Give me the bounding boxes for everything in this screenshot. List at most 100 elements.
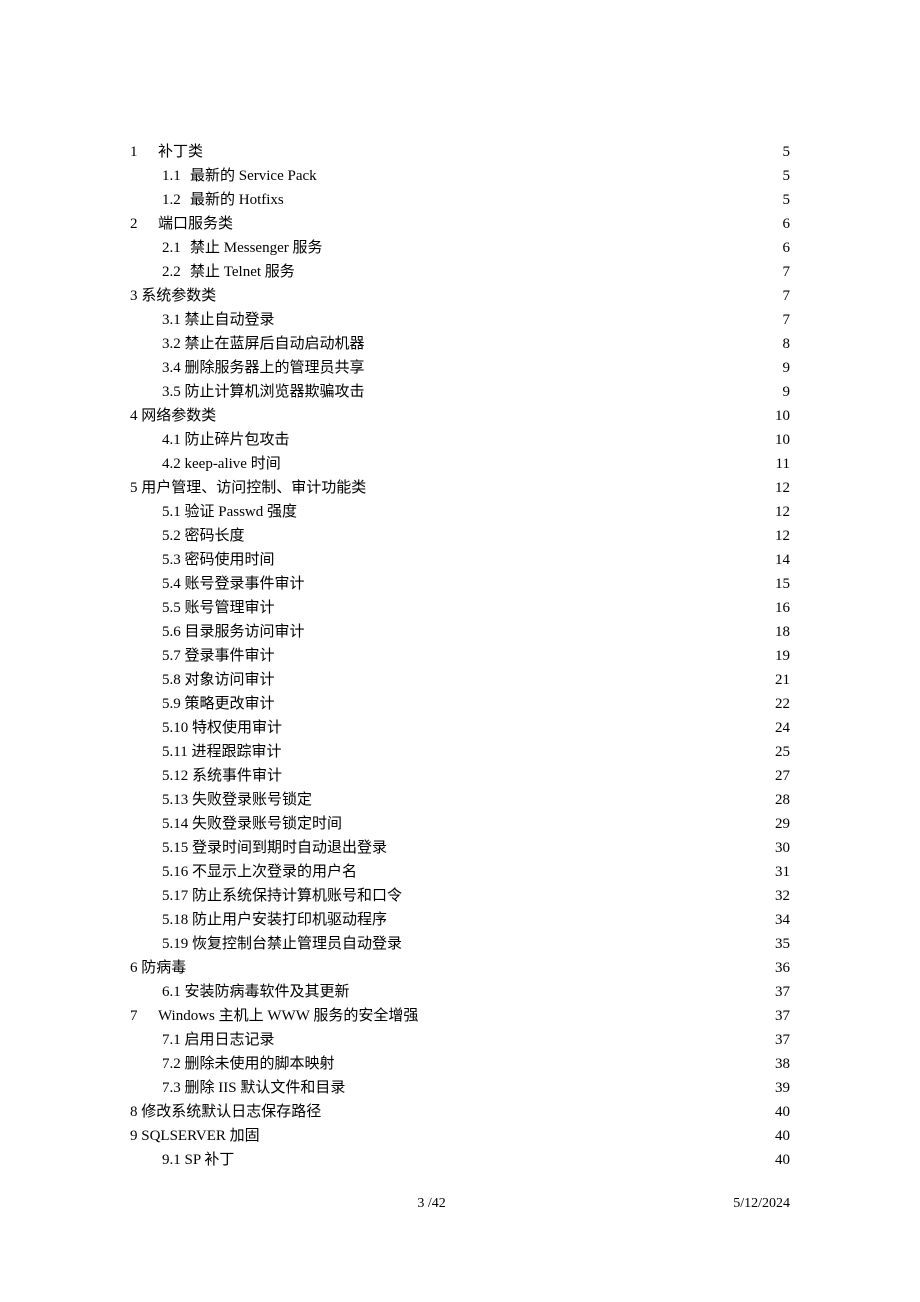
toc-page: 6 <box>781 236 791 260</box>
toc-entry[interactable]: 5.11 进程跟踪审计25 <box>130 740 790 764</box>
toc-page: 18 <box>773 620 790 644</box>
toc-entry[interactable]: 5.17 防止系统保持计算机账号和口令 32 <box>130 884 790 908</box>
toc-title: 5.11 进程跟踪审计 <box>162 740 281 764</box>
toc-title: 5.12 系统事件审计 <box>162 764 282 788</box>
toc-entry[interactable]: 4.2 keep-alive 时间11 <box>130 452 790 476</box>
toc-title: 7.2 删除未使用的脚本映射 <box>162 1052 335 1076</box>
toc-page: 5 <box>781 164 791 188</box>
toc-entry[interactable]: 7.2 删除未使用的脚本映射 38 <box>130 1052 790 1076</box>
toc-page: 37 <box>773 1004 790 1028</box>
toc-entry[interactable]: 5.14 失败登录账号锁定时间29 <box>130 812 790 836</box>
toc-entry[interactable]: 5.18 防止用户安装打印机驱动程序34 <box>130 908 790 932</box>
toc-page: 24 <box>773 716 790 740</box>
toc-entry[interactable]: 1.1最新的 Service Pack5 <box>130 164 790 188</box>
toc-page: 21 <box>773 668 790 692</box>
toc-entry[interactable]: 7Windows 主机上 WWW 服务的安全增强 37 <box>130 1004 790 1028</box>
toc-page: 7 <box>781 308 791 332</box>
toc-entry[interactable]: 6 防病毒36 <box>130 956 790 980</box>
toc-entry[interactable]: 5.3 密码使用时间14 <box>130 548 790 572</box>
toc-entry[interactable]: 3.2 禁止在蓝屏后自动启动机器8 <box>130 332 790 356</box>
toc-title: 5.2 密码长度 <box>162 524 245 548</box>
toc-entry[interactable]: 5.1 验证 Passwd 强度12 <box>130 500 790 524</box>
toc-title: 5.16 不显示上次登录的用户名 <box>162 860 357 884</box>
toc-entry[interactable]: 2端口服务类6 <box>130 212 790 236</box>
toc-page: 40 <box>773 1100 790 1124</box>
toc-entry[interactable]: 5.19 恢复控制台禁止管理员自动登录35 <box>130 932 790 956</box>
toc-page: 12 <box>773 500 790 524</box>
toc-title: 3.4 删除服务器上的管理员共享 <box>162 356 365 380</box>
toc-entry[interactable]: 2.1禁止 Messenger 服务6 <box>130 236 790 260</box>
toc-title: 3 系统参数类 <box>130 284 216 308</box>
toc-entry[interactable]: 3.4 删除服务器上的管理员共享 9 <box>130 356 790 380</box>
toc-page: 7 <box>781 284 791 308</box>
toc-page: 9 <box>781 356 791 380</box>
toc-page: 40 <box>773 1124 790 1148</box>
toc-entry[interactable]: 5 用户管理、访问控制、审计功能类 12 <box>130 476 790 500</box>
toc-title: 5.9 策略更改审计 <box>162 692 275 716</box>
toc-entry[interactable]: 7.1 启用日志记录37 <box>130 1028 790 1052</box>
toc-entry[interactable]: 4 网络参数类10 <box>130 404 790 428</box>
toc-title: 端口服务类 <box>158 212 233 236</box>
toc-entry[interactable]: 3.5 防止计算机浏览器欺骗攻击9 <box>130 380 790 404</box>
toc-entry[interactable]: 8 修改系统默认日志保存路径 40 <box>130 1100 790 1124</box>
toc-title: 5 用户管理、访问控制、审计功能类 <box>130 476 366 500</box>
toc-entry[interactable]: 5.2 密码长度12 <box>130 524 790 548</box>
toc-title: 7.3 删除 IIS 默认文件和目录 <box>162 1076 345 1100</box>
toc-entry[interactable]: 5.4 账号登录事件审计15 <box>130 572 790 596</box>
toc-entry[interactable]: 5.9 策略更改审计 22 <box>130 692 790 716</box>
toc-entry[interactable]: 5.13 失败登录账号锁定 28 <box>130 788 790 812</box>
toc-entry[interactable]: 5.15 登录时间到期时自动退出登录 30 <box>130 836 790 860</box>
toc-page: 28 <box>773 788 790 812</box>
toc-page: 9 <box>781 380 791 404</box>
toc-title: Windows 主机上 WWW 服务的安全增强 <box>158 1004 418 1028</box>
toc-entry[interactable]: 6.1 安装防病毒软件及其更新37 <box>130 980 790 1004</box>
toc-page: 11 <box>774 452 790 476</box>
toc-entry[interactable]: 2.2禁止 Telnet 服务7 <box>130 260 790 284</box>
toc-entry[interactable]: 5.10 特权使用审计24 <box>130 716 790 740</box>
toc-page: 38 <box>773 1052 790 1076</box>
toc-title: 7.1 启用日志记录 <box>162 1028 275 1052</box>
toc-entry[interactable]: 9.1 SP 补丁40 <box>130 1148 790 1172</box>
toc-title: 5.18 防止用户安装打印机驱动程序 <box>162 908 387 932</box>
toc-entry[interactable]: 1补丁类5 <box>130 140 790 164</box>
toc-title: 5.7 登录事件审计 <box>162 644 275 668</box>
toc-title: 8 修改系统默认日志保存路径 <box>130 1100 321 1124</box>
toc-entry[interactable]: 9 SQLSERVER 加固40 <box>130 1124 790 1148</box>
toc-page: 12 <box>773 476 790 500</box>
toc-entry[interactable]: 5.6 目录服务访问审计18 <box>130 620 790 644</box>
toc-page: 32 <box>773 884 790 908</box>
toc-title: 5.15 登录时间到期时自动退出登录 <box>162 836 387 860</box>
toc-num: 2.2 <box>162 260 190 284</box>
toc-title: 6.1 安装防病毒软件及其更新 <box>162 980 350 1004</box>
toc-page: 27 <box>773 764 790 788</box>
page-footer: 3 /42 5/12/2024 <box>130 1196 790 1212</box>
toc-entry[interactable]: 4.1 防止碎片包攻击 10 <box>130 428 790 452</box>
toc-title: 5.19 恢复控制台禁止管理员自动登录 <box>162 932 402 956</box>
toc-entry[interactable]: 7.3 删除 IIS 默认文件和目录 39 <box>130 1076 790 1100</box>
toc-num: 1 <box>130 140 158 164</box>
toc-page: 22 <box>773 692 790 716</box>
toc-entry[interactable]: 5.7 登录事件审计19 <box>130 644 790 668</box>
toc-title: 4.1 防止碎片包攻击 <box>162 428 290 452</box>
toc-num: 1.1 <box>162 164 190 188</box>
toc-entry[interactable]: 3 系统参数类 7 <box>130 284 790 308</box>
toc-title: 5.17 防止系统保持计算机账号和口令 <box>162 884 402 908</box>
toc-title: 4 网络参数类 <box>130 404 216 428</box>
toc-title: 5.3 密码使用时间 <box>162 548 275 572</box>
toc-num: 7 <box>130 1004 158 1028</box>
toc-title: 5.13 失败登录账号锁定 <box>162 788 312 812</box>
toc-page: 8 <box>781 332 791 356</box>
toc-entry[interactable]: 5.8 对象访问审计21 <box>130 668 790 692</box>
toc-entry[interactable]: 5.12 系统事件审计 27 <box>130 764 790 788</box>
toc-page: 30 <box>773 836 790 860</box>
toc-page: 10 <box>773 428 790 452</box>
toc-entry[interactable]: 3.1 禁止自动登录 7 <box>130 308 790 332</box>
toc-page: 31 <box>773 860 790 884</box>
toc-entry[interactable]: 1.2最新的 Hotfixs5 <box>130 188 790 212</box>
toc-title: 9.1 SP 补丁 <box>162 1148 234 1172</box>
toc-title: 禁止 Telnet 服务 <box>190 260 295 284</box>
toc-entry[interactable]: 5.5 账号管理审计16 <box>130 596 790 620</box>
toc-title: 3.1 禁止自动登录 <box>162 308 275 332</box>
toc-entry[interactable]: 5.16 不显示上次登录的用户名 31 <box>130 860 790 884</box>
toc-page: 39 <box>773 1076 790 1100</box>
